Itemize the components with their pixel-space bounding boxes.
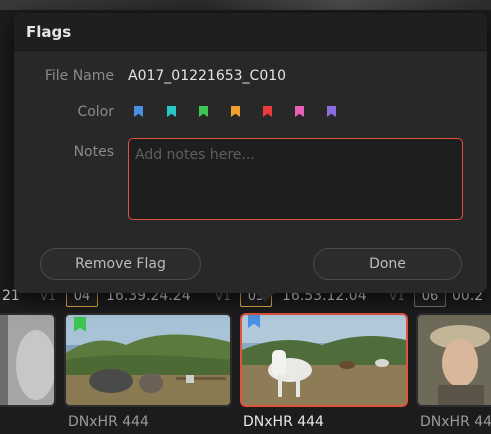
cyan-flag-color-icon[interactable] [167, 106, 176, 117]
viewer-edge [0, 0, 491, 10]
green-flag-color-icon[interactable] [199, 106, 208, 117]
dialog-title: Flags [26, 23, 72, 41]
pink-flag-color-icon[interactable] [295, 106, 304, 117]
file-name-label: File Name [44, 68, 114, 84]
done-button[interactable]: Done [313, 248, 462, 280]
clip-image [418, 315, 491, 405]
notes-textarea[interactable] [128, 138, 463, 220]
yellow-flag-color-icon[interactable] [231, 106, 240, 117]
clip-image [242, 315, 406, 405]
file-name-value: A017_01221653_C010 [128, 68, 287, 84]
blue-flag-color-icon[interactable] [134, 106, 143, 117]
red-flag-color-icon[interactable] [263, 106, 272, 117]
notes-label: Notes [73, 144, 114, 160]
clip-codec: DNxHR 444 [420, 414, 491, 430]
clip-image [66, 315, 230, 405]
remove-flag-button[interactable]: Remove Flag [40, 248, 201, 280]
color-label: Color [77, 104, 114, 120]
clip-thumbnail[interactable] [416, 313, 491, 407]
dialog-header: Flags [14, 13, 487, 51]
flags-dialog: Flags File Name A017_01221653_C010 Color… [14, 13, 487, 302]
purple-flag-color-icon[interactable] [327, 106, 336, 117]
clip-thumbnail-selected[interactable] [240, 313, 408, 407]
clip-thumbnail[interactable] [64, 313, 232, 407]
dialog-pointer [256, 293, 274, 302]
clip-codec: DNxHR 444 [68, 414, 149, 430]
clip-thumbnail[interactable] [0, 313, 56, 407]
clip-image [0, 315, 54, 405]
clip-codec: DNxHR 444 [243, 414, 324, 430]
